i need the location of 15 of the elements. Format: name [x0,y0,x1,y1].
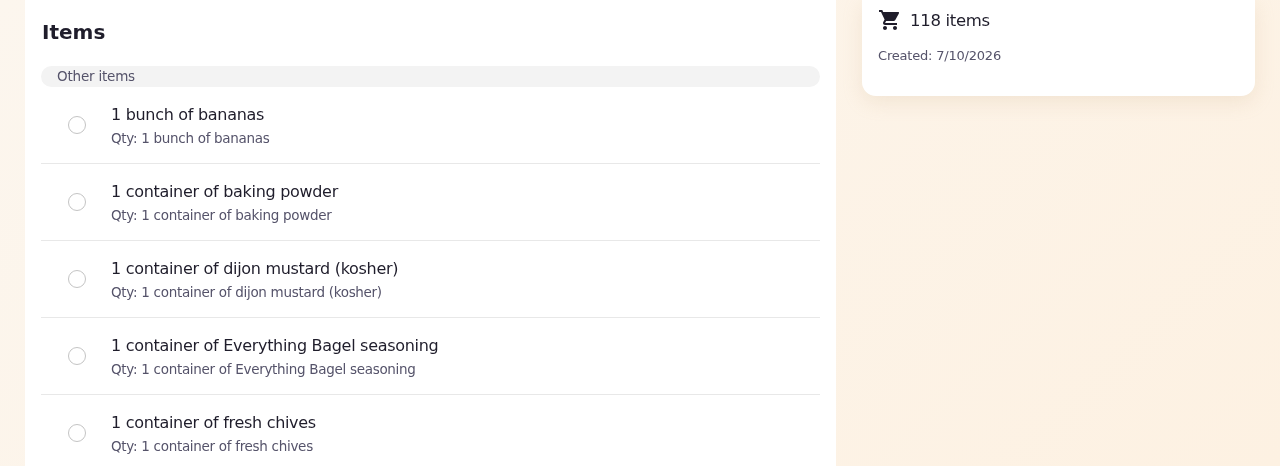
item-name: 1 container of fresh chives [111,412,316,432]
item-count: 118 items [910,10,990,30]
item-name: 1 bunch of bananas [111,104,266,124]
item-name: 1 container of dijon mustard (kosher) [111,258,399,278]
item-quantity: Qty: 1 container of baking powder [111,206,333,223]
item-name: 1 container of Everything Bagel seasoning [111,335,439,355]
item-quantity: Qty: 1 container of dijon mustard (kosher) [111,283,383,300]
panel-title: Items [42,19,106,46]
group-header: Other items [41,66,820,87]
item-name: 1 container of baking powder [111,181,338,201]
item-quantity: Qty: 1 container of fresh chives [111,437,314,454]
cart-icon [878,8,902,32]
item-quantity: Qty: 1 container of Everything Bagel seasoning [111,360,417,377]
created-date: Created: 7/10/2026 [878,48,1003,63]
item-quantity: Qty: 1 bunch of bananas [111,129,270,146]
